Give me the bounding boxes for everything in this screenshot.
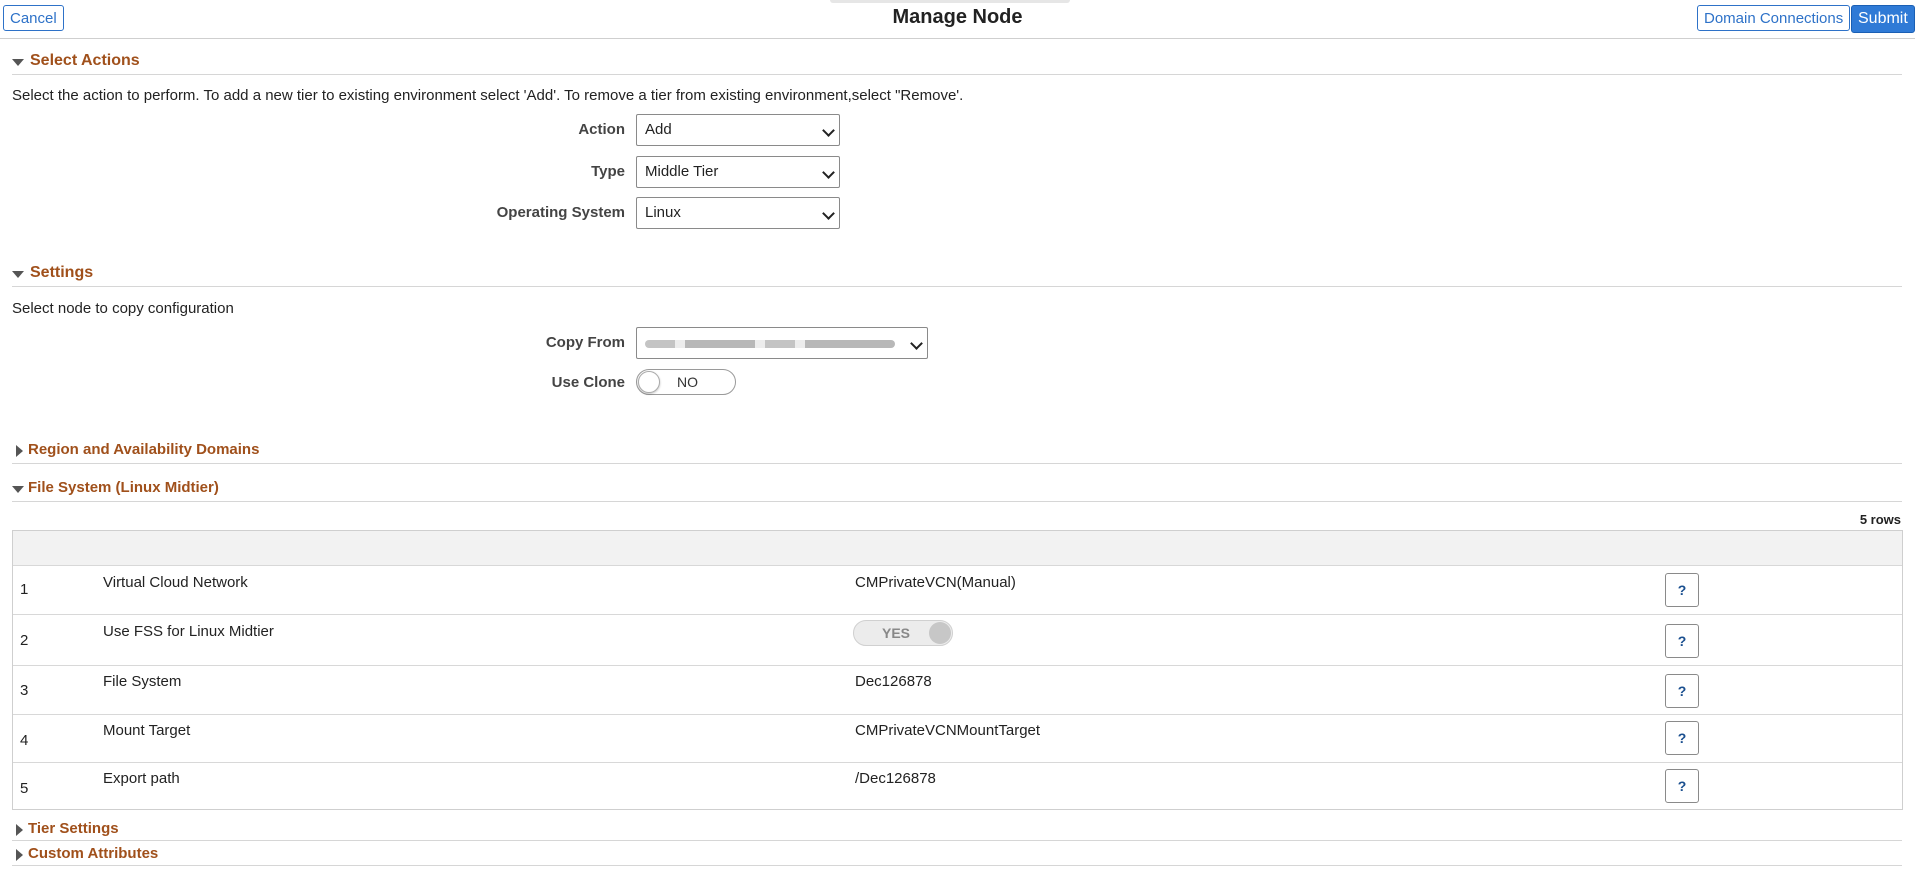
- row-name: File System: [103, 673, 182, 690]
- chevron-down-icon: [910, 337, 923, 350]
- copy-from-select[interactable]: [636, 327, 928, 359]
- row-value: Dec126878: [855, 673, 932, 690]
- section-select-actions[interactable]: Select Actions: [12, 52, 1902, 75]
- row-name: Mount Target: [103, 722, 191, 739]
- use-clone-label: Use Clone: [551, 374, 625, 391]
- section-title: Select Actions: [30, 52, 140, 69]
- help-button[interactable]: ?: [1665, 674, 1699, 708]
- section-title: Tier Settings: [28, 820, 119, 837]
- help-button[interactable]: ?: [1665, 624, 1699, 658]
- operating-system-select[interactable]: Linux: [636, 197, 840, 229]
- select-actions-description: Select the action to perform. To add a n…: [12, 87, 964, 104]
- grid-header: [13, 531, 1902, 566]
- row-name: Virtual Cloud Network: [103, 574, 248, 591]
- domain-connections-button[interactable]: Domain Connections: [1697, 5, 1851, 31]
- section-region-availability[interactable]: Region and Availability Domains: [12, 441, 1902, 464]
- header-shade: [830, 0, 1070, 3]
- triangle-right-icon: [16, 849, 23, 861]
- submit-button[interactable]: Submit: [1851, 5, 1915, 33]
- section-custom-attributes[interactable]: Custom Attributes: [12, 845, 1902, 866]
- use-fss-value: YES: [882, 625, 911, 641]
- settings-description: Select node to copy configuration: [12, 300, 234, 317]
- type-select[interactable]: Middle Tier: [636, 156, 840, 188]
- table-row: 3 File System Dec126878 ?: [13, 666, 1902, 715]
- section-tier-settings[interactable]: Tier Settings: [12, 820, 1902, 841]
- section-file-system[interactable]: File System (Linux Midtier): [12, 479, 1902, 502]
- triangle-down-icon: [12, 271, 24, 278]
- chevron-down-icon: [822, 124, 835, 137]
- chevron-down-icon: [822, 166, 835, 179]
- row-number: 3: [20, 682, 29, 699]
- row-value: CMPrivateVCN(Manual): [855, 574, 1016, 591]
- operating-system-select-value: Linux: [645, 204, 681, 221]
- type-select-value: Middle Tier: [645, 163, 719, 180]
- help-button[interactable]: ?: [1665, 573, 1699, 607]
- toggle-knob: [638, 371, 660, 393]
- help-button[interactable]: ?: [1665, 769, 1699, 803]
- action-select-value: Add: [645, 121, 672, 138]
- table-row: 5 Export path /Dec126878 ?: [13, 763, 1902, 809]
- row-number: 1: [20, 581, 29, 598]
- row-count: 5 rows: [1859, 512, 1901, 527]
- triangle-down-icon: [12, 59, 24, 66]
- row-name: Use FSS for Linux Midtier: [103, 623, 274, 640]
- section-title: Custom Attributes: [28, 845, 159, 862]
- triangle-down-icon: [12, 486, 24, 493]
- copy-from-label: Copy From: [545, 334, 625, 351]
- redacted-node-name: [645, 340, 895, 348]
- toggle-knob: [929, 622, 951, 644]
- row-value: CMPrivateVCNMountTarget: [855, 722, 1041, 739]
- section-title: Settings: [30, 264, 94, 281]
- row-number: 4: [20, 732, 29, 749]
- header-bar: Cancel Manage Node Domain Connections Su…: [0, 0, 1915, 39]
- page-title: Manage Node: [892, 6, 1023, 28]
- section-title: File System (Linux Midtier): [28, 479, 219, 496]
- table-row: 2 Use FSS for Linux Midtier YES ?: [13, 615, 1902, 666]
- triangle-right-icon: [16, 824, 23, 836]
- row-value: /Dec126878: [855, 770, 936, 787]
- type-label: Type: [591, 163, 625, 180]
- operating-system-label: Operating System: [496, 204, 625, 221]
- use-clone-toggle[interactable]: NO: [636, 369, 736, 395]
- file-system-grid: 1 Virtual Cloud Network CMPrivateVCN(Man…: [12, 530, 1903, 810]
- table-row: 1 Virtual Cloud Network CMPrivateVCN(Man…: [13, 565, 1902, 615]
- row-name: Export path: [103, 770, 180, 787]
- table-row: 4 Mount Target CMPrivateVCNMountTarget ?: [13, 715, 1902, 763]
- section-title: Region and Availability Domains: [28, 441, 260, 458]
- triangle-right-icon: [16, 445, 23, 457]
- use-clone-value: NO: [677, 374, 698, 390]
- chevron-down-icon: [822, 207, 835, 220]
- help-button[interactable]: ?: [1665, 721, 1699, 755]
- row-number: 5: [20, 780, 29, 797]
- use-fss-toggle: YES: [853, 620, 953, 646]
- action-label: Action: [578, 121, 625, 138]
- row-number: 2: [20, 632, 29, 649]
- section-settings[interactable]: Settings: [12, 264, 1902, 287]
- action-select[interactable]: Add: [636, 114, 840, 146]
